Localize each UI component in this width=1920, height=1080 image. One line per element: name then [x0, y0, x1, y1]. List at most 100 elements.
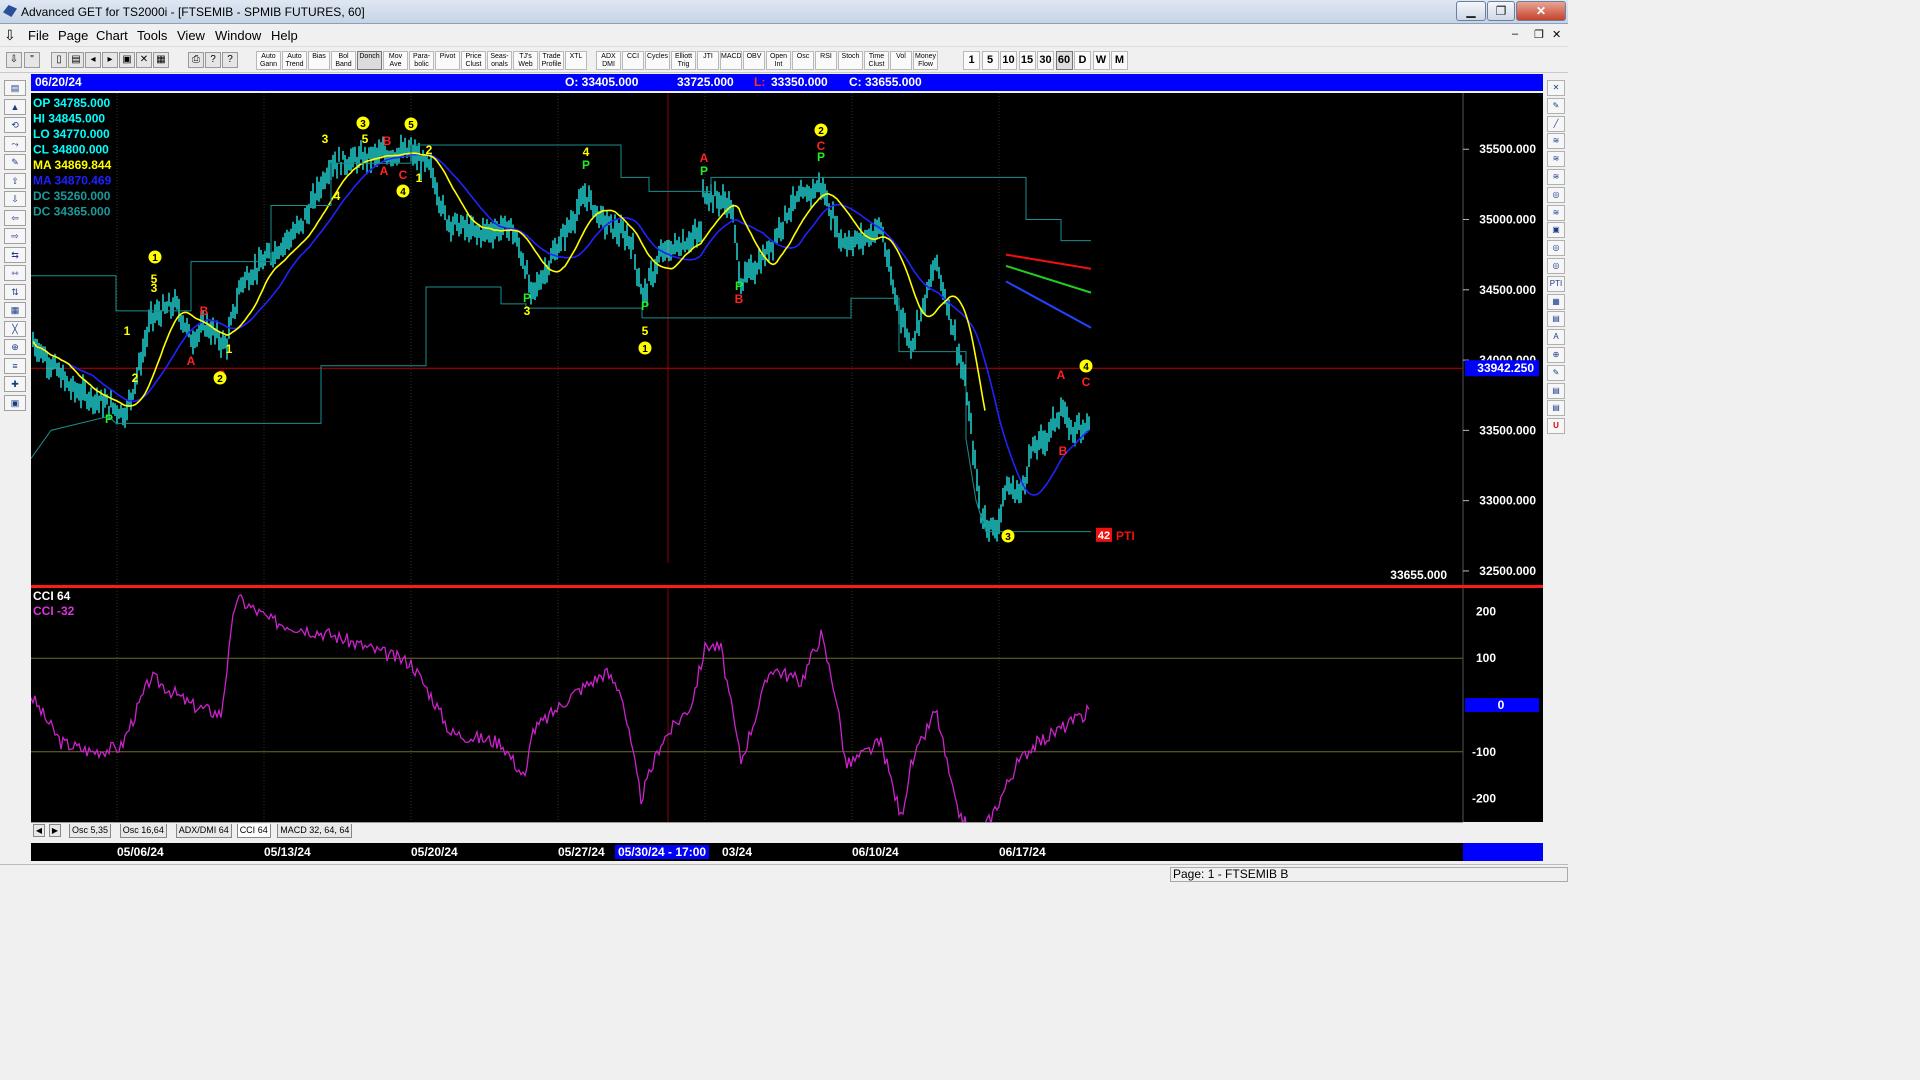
study-button-obv[interactable]: OBV: [743, 51, 765, 70]
forward-icon[interactable]: ▸: [102, 52, 118, 68]
crosshair-icon[interactable]: ✚: [4, 376, 26, 392]
paint-icon[interactable]: ✎: [1547, 364, 1565, 381]
interval-button-10[interactable]: 10: [1000, 51, 1017, 70]
study-button-rsi[interactable]: RSI: [815, 51, 837, 70]
context-help-icon[interactable]: ?: [222, 52, 238, 68]
study-icon[interactable]: ⤳: [4, 135, 26, 152]
ellipse-icon[interactable]: ◎: [1547, 240, 1565, 257]
interval-button-60[interactable]: 60: [1055, 51, 1073, 70]
pencil-icon[interactable]: ✎: [1547, 97, 1565, 114]
line-icon[interactable]: ╱: [1547, 115, 1565, 132]
open-icon[interactable]: ▤: [4, 80, 26, 96]
study-button-vol[interactable]: Vol: [890, 51, 912, 70]
study-button-stoch[interactable]: Stoch: [838, 51, 863, 70]
sheet2-icon[interactable]: ▤: [1547, 400, 1565, 417]
interval-button-w[interactable]: W: [1092, 51, 1110, 70]
help-icon[interactable]: ?: [205, 52, 221, 68]
print-icon[interactable]: ⎙: [188, 52, 204, 68]
study-button-trade-profile[interactable]: Trade Profile: [539, 51, 564, 70]
study-button-jti[interactable]: JTI: [697, 51, 719, 70]
ruler-icon[interactable]: ▲: [4, 98, 26, 115]
child-restore-icon[interactable]: ❐: [1534, 28, 1544, 41]
pti-icon[interactable]: PTI: [1547, 275, 1565, 292]
fib-time-icon[interactable]: ≋: [1547, 169, 1565, 185]
study-button-tj-s-web[interactable]: TJ's Web: [513, 51, 538, 70]
tab-cci-64[interactable]: CCI 64: [236, 824, 271, 838]
study-button-donch[interactable]: Donch: [357, 51, 382, 70]
interval-button-15[interactable]: 15: [1018, 51, 1036, 70]
cci-chart[interactable]: 200 100 0 -100 -200 CCI 64 CCI -32: [30, 588, 1543, 845]
left-arrow-icon[interactable]: ⇦: [4, 209, 26, 226]
fib-ret-icon[interactable]: ≋: [1547, 133, 1565, 150]
open-icon[interactable]: ▤: [68, 52, 84, 68]
up-arrow-icon[interactable]: ⇧: [4, 172, 26, 189]
study-button-elliott-trig[interactable]: Elliott Trig: [671, 51, 696, 70]
pointer-icon[interactable]: ⇩: [6, 52, 22, 68]
study-button-macd[interactable]: MACD: [720, 51, 742, 70]
reset-icon[interactable]: ⟲: [4, 117, 26, 133]
study-button-auto-gann[interactable]: Auto Gann: [256, 51, 281, 70]
quote-icon[interactable]: ": [24, 52, 40, 68]
box-icon[interactable]: ▣: [1547, 222, 1565, 239]
study-button-adx-dmi[interactable]: ADX DMI: [596, 51, 621, 70]
tab-prev-icon[interactable]: ◀: [33, 824, 45, 837]
grid-icon[interactable]: ▦: [1547, 293, 1565, 310]
study-button-seas-onals[interactable]: Seas-onals: [487, 51, 512, 70]
gann-icon[interactable]: ⊕: [4, 339, 26, 355]
study-button-cci[interactable]: CCI: [622, 51, 644, 70]
study-button-cycles[interactable]: Cycles: [645, 51, 670, 70]
menu-chart[interactable]: Chart: [96, 28, 128, 43]
compress-icon[interactable]: ⇆: [4, 246, 26, 263]
maximize-button[interactable]: ❐: [1487, 1, 1515, 21]
study-button-bol-band[interactable]: Bol Band: [331, 51, 356, 70]
new-page-icon[interactable]: ▯: [51, 52, 67, 68]
text-icon[interactable]: A: [1547, 329, 1565, 346]
tab-osc-16-64[interactable]: Osc 16,64: [119, 824, 167, 838]
child-minimize-icon[interactable]: –: [1512, 28, 1518, 40]
down-arrow-icon[interactable]: ⇩: [4, 191, 26, 207]
study-button-pivot[interactable]: Pivot: [435, 51, 460, 70]
menu-page[interactable]: Page: [58, 28, 88, 43]
study-button-xtl[interactable]: XTL: [565, 51, 587, 70]
lines-icon[interactable]: ╳: [4, 320, 26, 337]
fib-ext-icon[interactable]: ≋: [1547, 151, 1565, 168]
back-icon[interactable]: ◂: [85, 52, 101, 68]
study-button-open-int[interactable]: Open Int: [766, 51, 791, 70]
doc-icon[interactable]: ⇩: [4, 27, 16, 44]
study-button-para-bolic[interactable]: Para-bolic: [409, 51, 434, 70]
tab-next-icon[interactable]: ▶: [49, 824, 61, 837]
scale-icon[interactable]: ⇅: [4, 283, 26, 300]
grid-icon[interactable]: ▦: [4, 302, 26, 318]
copy-icon[interactable]: ▣: [119, 52, 135, 68]
study-button-bias[interactable]: Bias: [308, 51, 330, 70]
menu-window[interactable]: Window: [215, 28, 261, 43]
study-button-price-clust[interactable]: Price Clust: [461, 51, 486, 70]
fib-box-icon[interactable]: ▤: [1547, 311, 1565, 328]
tab-osc-5-35[interactable]: Osc 5,35: [69, 824, 112, 838]
undo-icon[interactable]: U: [1547, 418, 1565, 435]
interval-button-1[interactable]: 1: [963, 51, 980, 70]
menu-tools[interactable]: Tools: [137, 28, 167, 43]
fan-icon[interactable]: ≋: [1547, 204, 1565, 221]
grid-icon[interactable]: ▦: [153, 52, 169, 68]
circle-icon[interactable]: ◎: [1547, 186, 1565, 203]
menu-help[interactable]: Help: [271, 28, 298, 43]
tab-macd-32-64-64[interactable]: MACD 32, 64, 64: [277, 824, 353, 838]
fib-icon[interactable]: ≡: [4, 357, 26, 374]
child-close-icon[interactable]: ✕: [1552, 28, 1561, 41]
interval-button-m[interactable]: M: [1111, 51, 1128, 70]
menu-file[interactable]: File: [28, 28, 49, 43]
study-button-osc[interactable]: Osc: [792, 51, 814, 70]
minimize-button[interactable]: ▁: [1456, 1, 1486, 21]
interval-button-30[interactable]: 30: [1037, 51, 1054, 70]
right-arrow-icon[interactable]: ⇨: [4, 228, 26, 244]
study-button-time-clust[interactable]: Time Clust: [864, 51, 889, 70]
elliott-icon[interactable]: ✎: [4, 154, 26, 170]
menu-view[interactable]: View: [177, 28, 205, 43]
close-button[interactable]: ✕: [1516, 1, 1566, 21]
interval-button-5[interactable]: 5: [981, 51, 999, 70]
study-button-money-flow[interactable]: Money Flow: [913, 51, 938, 70]
close-icon[interactable]: ✕: [1547, 80, 1565, 96]
snapshot-icon[interactable]: ▣: [4, 394, 26, 411]
study-button-auto-trend[interactable]: Auto Trend: [282, 51, 307, 70]
